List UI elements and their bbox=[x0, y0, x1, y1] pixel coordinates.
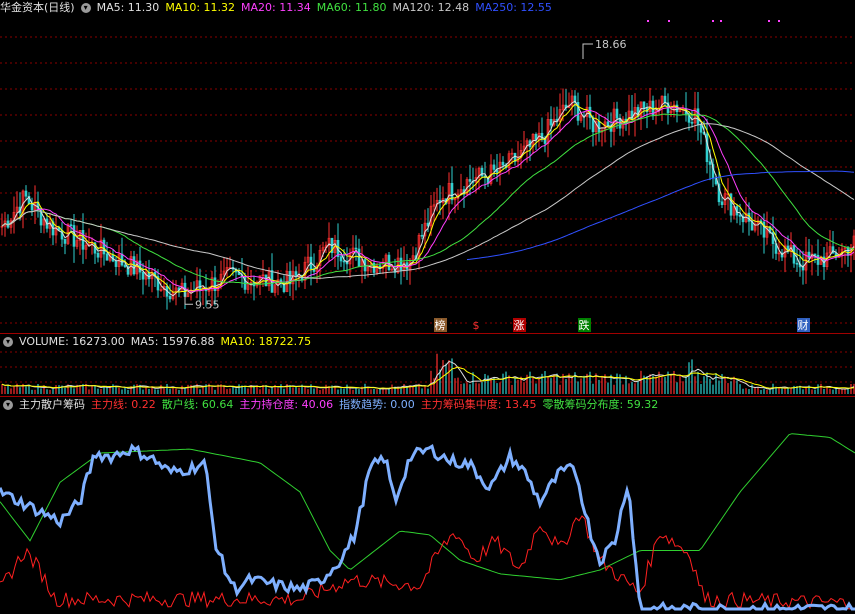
event-marker: $ bbox=[473, 319, 480, 332]
candle-body bbox=[123, 264, 127, 267]
chevron-down-icon[interactable]: ▾ bbox=[3, 400, 13, 410]
candle-body bbox=[342, 260, 346, 263]
candle-body bbox=[807, 251, 811, 259]
signal-dot bbox=[712, 20, 714, 22]
event-marker: 涨 bbox=[514, 319, 525, 332]
event-marker: 跌 bbox=[579, 318, 590, 332]
candle-body bbox=[720, 201, 724, 205]
ma-label-3: MA60: 11.80 bbox=[316, 1, 387, 14]
price-panel: 华金资本(日线) ▾ MA5: 11.30 MA10: 11.32 MA20: 11.3… bbox=[0, 0, 855, 333]
candle-body bbox=[198, 280, 202, 289]
volume-label-2: MA10: 18722.75 bbox=[220, 335, 312, 348]
signal-dot bbox=[768, 20, 770, 22]
chevron-down-icon[interactable]: ▾ bbox=[3, 337, 13, 347]
signal-dot bbox=[647, 20, 649, 22]
indicator-label-0: 主力线: 0.22 bbox=[91, 398, 156, 411]
price-header: 华金资本(日线) ▾ MA5: 11.30 MA10: 11.32 MA20: 11.3… bbox=[0, 0, 564, 16]
candle-body bbox=[492, 164, 496, 170]
candle-body bbox=[450, 182, 454, 201]
indicator-label-4: 主力筹码集中度: 13.45 bbox=[420, 398, 537, 411]
candle-body bbox=[699, 124, 703, 133]
signal-dot bbox=[720, 20, 722, 22]
candle-body bbox=[813, 253, 817, 256]
candle-body bbox=[339, 256, 343, 262]
chevron-down-icon[interactable]: ▾ bbox=[80, 3, 91, 13]
candle-body bbox=[615, 108, 619, 119]
candle-body bbox=[795, 262, 799, 265]
candle-body bbox=[96, 252, 100, 258]
candle-body bbox=[24, 190, 28, 197]
high-marker bbox=[582, 43, 593, 59]
ma-label-5: MA250: 12.55 bbox=[475, 1, 552, 14]
candle-body bbox=[354, 247, 358, 250]
event-marker: 榜 bbox=[435, 318, 446, 332]
indicator-chart[interactable] bbox=[0, 397, 855, 614]
candle-body bbox=[357, 248, 361, 267]
volume-label-0: VOLUME: 16273.00 bbox=[19, 335, 125, 348]
candle-body bbox=[642, 101, 646, 109]
ma5-line bbox=[1, 100, 855, 297]
volume-panel: ▾ VOLUME: 16273.00 MA5: 15976.88 MA10: 1872… bbox=[0, 334, 855, 396]
candle-body bbox=[501, 161, 505, 166]
candle-body bbox=[102, 239, 106, 255]
signal-dot bbox=[778, 20, 780, 22]
signal-dot bbox=[668, 20, 670, 22]
candle-body bbox=[72, 225, 76, 247]
candle-body bbox=[420, 234, 424, 237]
indicator-label-3: 指数趋势: 0.00 bbox=[339, 398, 415, 411]
event-marker: 财 bbox=[798, 318, 809, 332]
candle-body bbox=[549, 118, 553, 126]
volume-ma10-line bbox=[1, 366, 855, 389]
indicator-header: ▾ 主力散户筹码 主力线: 0.22 散户线: 60.64 主力持仓度: 40.06 指数… bbox=[0, 397, 670, 413]
candle-body bbox=[114, 260, 118, 267]
high-label: 18.66 bbox=[595, 38, 627, 51]
candle-body bbox=[738, 214, 742, 217]
candle-body bbox=[30, 203, 34, 211]
candle-body bbox=[168, 295, 172, 300]
candle-body bbox=[141, 271, 145, 280]
volume-label-1: MA5: 15976.88 bbox=[130, 335, 215, 348]
ma-label-1: MA10: 11.32 bbox=[165, 1, 236, 14]
candle-body bbox=[294, 271, 298, 276]
candle-body bbox=[147, 272, 151, 280]
candle-body bbox=[606, 121, 610, 127]
low-label: 9.55 bbox=[195, 298, 220, 311]
candle-body bbox=[105, 253, 109, 261]
price-chart[interactable]: 18.66 9.55 榜 $ 涨 跌 财 bbox=[0, 0, 855, 333]
candle-body bbox=[708, 161, 712, 165]
main-force-line bbox=[0, 515, 855, 610]
candle-body bbox=[399, 257, 403, 271]
candle-body bbox=[138, 260, 142, 273]
volume-ma5-line bbox=[1, 360, 855, 390]
ma-label-4: MA120: 12.48 bbox=[392, 1, 470, 14]
candle-body bbox=[63, 238, 67, 244]
indicator-label-1: 散户线: 60.64 bbox=[161, 398, 234, 411]
indicator-name: 主力散户筹码 bbox=[19, 398, 85, 411]
chart-title: 华金资本(日线) bbox=[0, 1, 75, 14]
candle-body bbox=[468, 179, 472, 182]
indicator-panel: ▾ 主力散户筹码 主力线: 0.22 散户线: 60.64 主力持仓度: 40.06 指数… bbox=[0, 397, 855, 614]
candle-body bbox=[69, 224, 73, 226]
indicator-label-5: 零散筹码分布度: 59.32 bbox=[542, 398, 659, 411]
volume-header: ▾ VOLUME: 16273.00 MA5: 15976.88 MA10: 1872… bbox=[0, 334, 323, 350]
trend-line bbox=[0, 443, 855, 612]
candle-body bbox=[816, 254, 820, 265]
indicator-label-2: 主力持仓度: 40.06 bbox=[239, 398, 334, 411]
ma-label-2: MA20: 11.34 bbox=[241, 1, 311, 14]
candle-body bbox=[630, 110, 634, 121]
ma-label-0: MA5: 11.30 bbox=[96, 1, 160, 14]
candle-body bbox=[690, 122, 694, 124]
